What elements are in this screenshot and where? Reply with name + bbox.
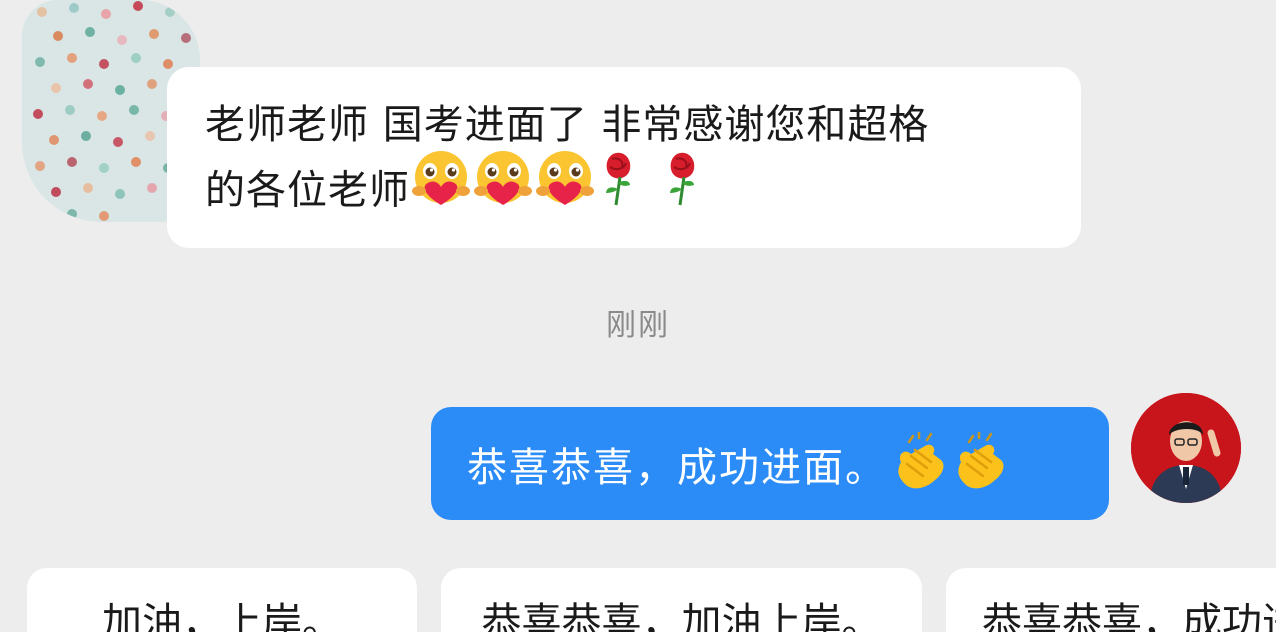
person-avatar-image bbox=[1131, 393, 1241, 503]
chat-view: 老师老师 国考进面了 非常感谢您和超格 的各位老师 刚刚 恭喜恭喜，成功进面。 … bbox=[0, 0, 1276, 632]
incoming-message-line2: 的各位老师 bbox=[205, 167, 410, 214]
hugging-face-with-heart-icon bbox=[536, 151, 594, 205]
message-timestamp: 刚刚 bbox=[606, 308, 670, 343]
incoming-emoji-run bbox=[410, 147, 724, 228]
quick-reply-bar: 加油，上岸。 恭喜恭喜，加油上岸。 恭喜恭喜，成功进 bbox=[0, 568, 1276, 632]
incoming-message-bubble[interactable]: 老师老师 国考进面了 非常感谢您和超格 的各位老师 bbox=[167, 67, 1081, 248]
outgoing-message-text: 恭喜恭喜，成功进面。 bbox=[467, 444, 887, 491]
quick-reply-chip[interactable]: 恭喜恭喜，加油上岸。 bbox=[441, 568, 922, 632]
my-avatar[interactable] bbox=[1131, 393, 1241, 503]
hugging-face-with-heart-icon bbox=[474, 151, 532, 205]
rose-icon bbox=[670, 152, 695, 206]
quick-reply-chip[interactable]: 加油，上岸。 bbox=[27, 568, 417, 632]
rose-icon bbox=[606, 152, 631, 206]
quick-reply-chip[interactable]: 恭喜恭喜，成功进 bbox=[946, 568, 1276, 632]
incoming-message-text: 老师老师 国考进面了 非常感谢您和超格 的各位老师 bbox=[205, 93, 1051, 228]
outgoing-message-bubble[interactable]: 恭喜恭喜，成功进面。 bbox=[431, 407, 1109, 520]
clapping-hands-icon bbox=[898, 431, 944, 488]
clapping-hands-icon bbox=[958, 431, 1004, 488]
hugging-face-with-heart-icon bbox=[412, 151, 470, 205]
incoming-message-line1: 老师老师 国考进面了 非常感谢您和超格 bbox=[205, 102, 930, 148]
